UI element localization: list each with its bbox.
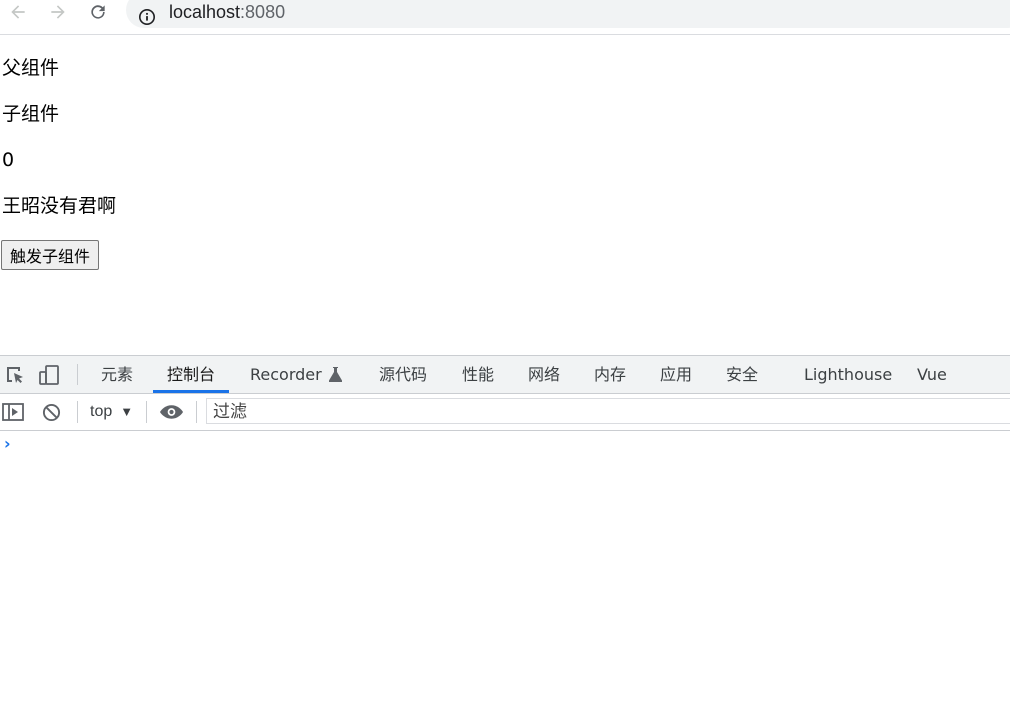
inspect-element-icon[interactable]: [4, 364, 26, 386]
tab-sources[interactable]: 源代码: [379, 356, 427, 393]
tab-memory[interactable]: 内存: [594, 356, 626, 393]
child-component-text: 子组件: [2, 103, 60, 125]
console-toolbar: top ▼ 过滤: [0, 394, 1010, 431]
sidebar-toggle-icon[interactable]: [2, 402, 24, 422]
console-prompt-chevron-icon[interactable]: ›: [4, 434, 11, 453]
reload-icon[interactable]: [86, 0, 110, 24]
url-host: localhost: [169, 2, 241, 22]
forward-arrow-icon[interactable]: [46, 0, 70, 24]
toolbar-divider: [77, 364, 78, 385]
context-label: top: [90, 403, 113, 420]
dropdown-caret-icon: ▼: [120, 404, 134, 419]
devtools-panel: 元素 控制台 Recorder 源代码 性能 网络 内存 应用 安全 Light…: [0, 355, 1010, 707]
console-divider-1: [77, 401, 78, 423]
tab-console[interactable]: 控制台: [152, 356, 230, 393]
live-expression-eye-icon[interactable]: [160, 405, 183, 419]
flask-icon: [328, 367, 342, 382]
count-value: 0: [2, 149, 15, 171]
info-icon[interactable]: [138, 8, 156, 26]
tab-recorder-label: Recorder: [250, 365, 322, 384]
trigger-child-button[interactable]: 触发子组件: [1, 240, 100, 270]
console-divider-3: [196, 401, 197, 423]
back-arrow-icon[interactable]: [6, 0, 30, 24]
clear-console-icon[interactable]: [42, 403, 61, 422]
tab-security[interactable]: 安全: [726, 356, 758, 393]
context-selector[interactable]: top ▼: [90, 394, 133, 430]
tab-performance[interactable]: 性能: [462, 356, 494, 393]
browser-toolbar: localhost:8080: [0, 0, 1010, 35]
console-filter-input[interactable]: 过滤: [206, 398, 1010, 424]
devtools-tabbar: 元素 控制台 Recorder 源代码 性能 网络 内存 应用 安全 Light…: [0, 356, 1010, 394]
url-text: localhost:8080: [169, 1, 285, 23]
name-text: 王昭没有君啊: [2, 195, 117, 217]
tab-lighthouse[interactable]: Lighthouse: [804, 356, 892, 393]
tab-recorder[interactable]: Recorder: [250, 356, 342, 393]
page-content: 父组件 子组件 0 王昭没有君啊 触发子组件: [0, 35, 1010, 355]
parent-component-text: 父组件: [2, 57, 60, 79]
url-port: :8080: [240, 2, 286, 22]
address-bar[interactable]: localhost:8080: [126, 0, 1010, 28]
tab-application[interactable]: 应用: [660, 356, 692, 393]
tab-network[interactable]: 网络: [528, 356, 560, 393]
device-toolbar-icon[interactable]: [38, 364, 60, 386]
tab-elements[interactable]: 元素: [101, 356, 133, 393]
tab-vue[interactable]: Vue: [917, 356, 947, 393]
console-divider-2: [146, 401, 147, 423]
